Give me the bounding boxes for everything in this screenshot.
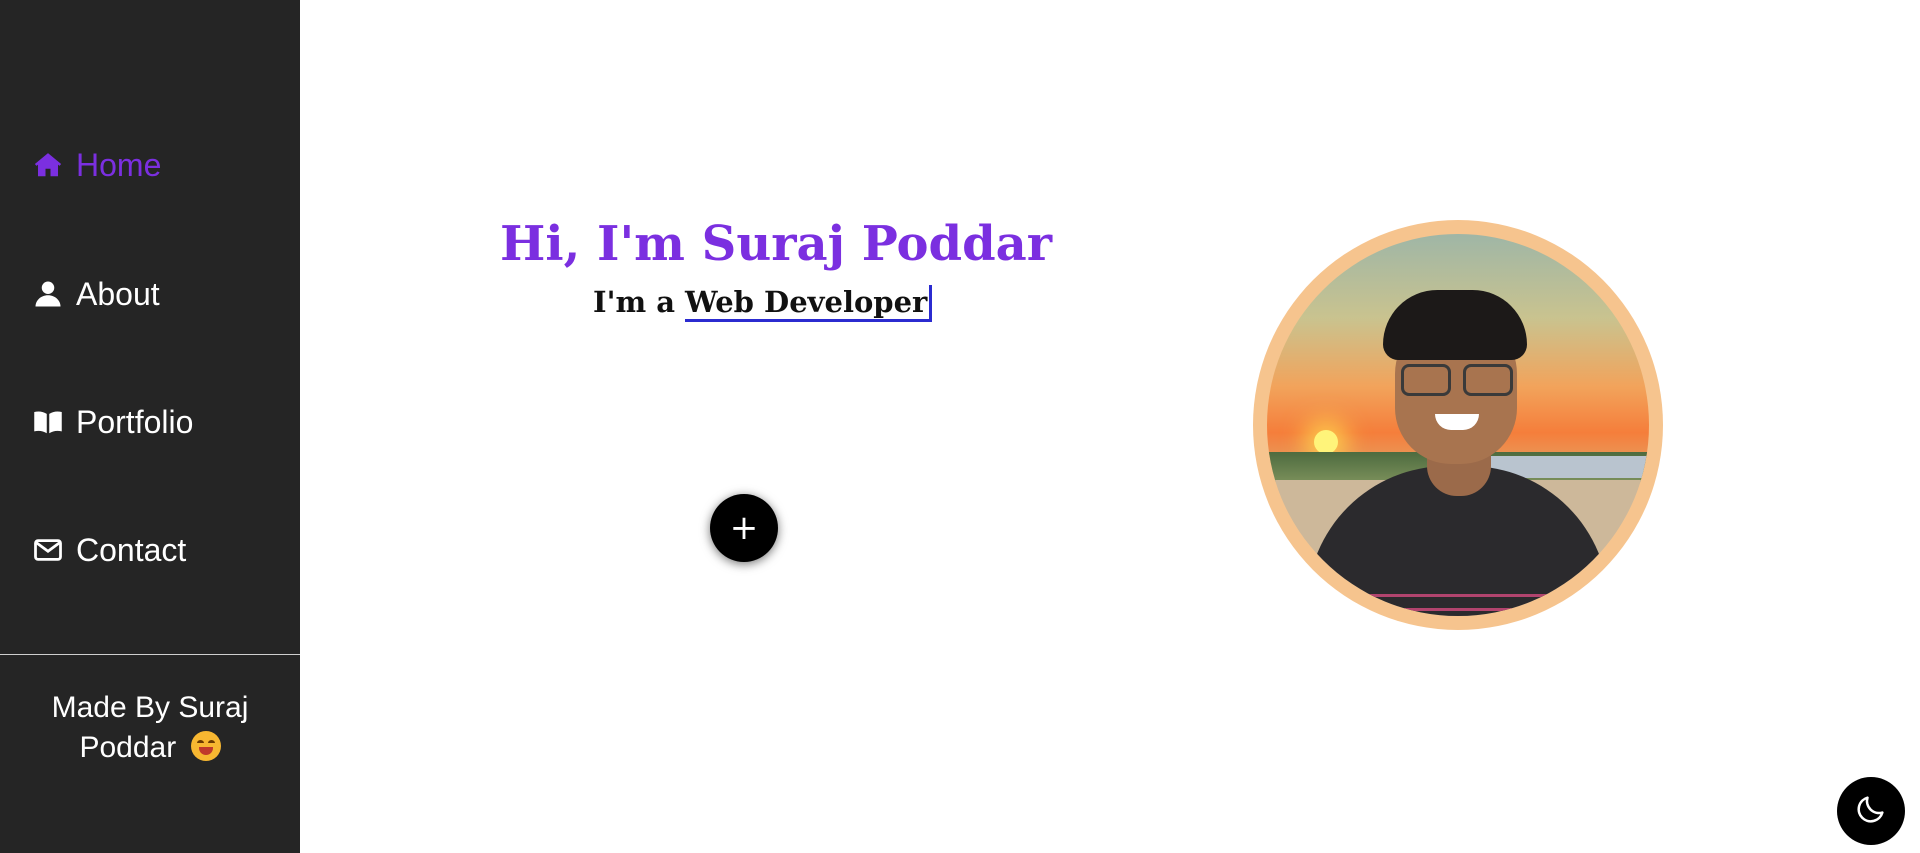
hero-greeting: Hi, I'm Suraj Poddar (500, 216, 1053, 272)
sidebar-item-about[interactable]: About (32, 270, 160, 318)
typed-role-text: Web Developer (685, 285, 933, 322)
sidebar-item-portfolio[interactable]: Portfolio (32, 398, 193, 446)
book-icon (32, 406, 64, 438)
sidebar-item-label: Home (76, 146, 162, 183)
sidebar-item-label: Portfolio (76, 403, 194, 440)
hero-subtitle-prefix: I'm a (593, 285, 676, 319)
sidebar-divider (0, 654, 300, 655)
sidebar-item-home[interactable]: Home (32, 141, 161, 189)
add-button[interactable]: + (710, 494, 778, 562)
grinning-squint-face-icon (190, 731, 221, 761)
sidebar-item-label: Contact (76, 531, 187, 568)
hero-subtitle: I'm a Web Developer (593, 285, 933, 322)
sidebar-item-contact[interactable]: Contact (32, 526, 186, 574)
home-icon (32, 149, 64, 181)
hero-section: Hi, I'm Suraj Poddar I'm a Web Developer… (300, 0, 1920, 853)
user-icon (32, 278, 64, 310)
moon-icon (1854, 792, 1888, 831)
sidebar-footer: Made By Suraj Poddar (0, 688, 300, 768)
sidebar-item-label: About (76, 275, 160, 312)
avatar (1253, 220, 1663, 630)
profile-photo (1267, 234, 1649, 616)
theme-toggle-button[interactable] (1837, 777, 1905, 845)
sidebar: Home About Portfolio Contact Made By Sur… (0, 0, 300, 853)
mail-icon (32, 534, 64, 566)
